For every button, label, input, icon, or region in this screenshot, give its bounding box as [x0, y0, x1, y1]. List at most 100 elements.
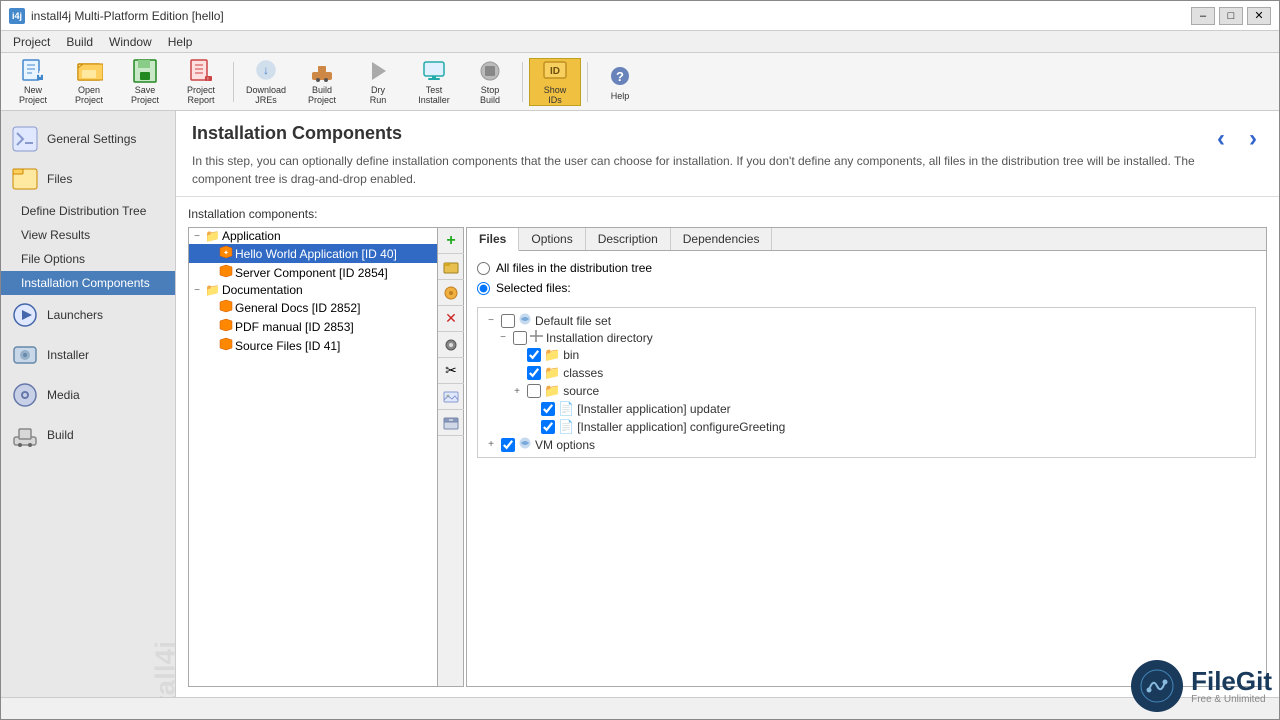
tab-description[interactable]: Description	[586, 228, 671, 250]
tab-files[interactable]: Files	[467, 228, 519, 251]
sidebar-item-media[interactable]: Media	[1, 375, 175, 415]
add-component-button[interactable]: +	[438, 228, 464, 254]
ft-default-file-set[interactable]: − Default file set	[482, 312, 1251, 329]
menu-project[interactable]: Project	[5, 33, 58, 51]
menu-window[interactable]: Window	[101, 33, 160, 51]
sidebar-item-build[interactable]: Build	[1, 415, 175, 455]
project-report-button[interactable]: ! ProjectReport	[175, 58, 227, 106]
dry-run-button[interactable]: DryRun	[352, 58, 404, 106]
ft-default-expand[interactable]: −	[484, 315, 498, 326]
new-project-button[interactable]: NewProject	[7, 58, 59, 106]
ft-installation-dir[interactable]: − Installation directory	[482, 329, 1251, 346]
open-project-button[interactable]: OpenProject	[63, 58, 115, 106]
component-settings-button[interactable]	[438, 280, 464, 306]
maximize-button[interactable]: □	[1219, 7, 1243, 25]
close-button[interactable]: ✕	[1247, 7, 1271, 25]
ct-general-docs-label: General Docs [ID 2852]	[235, 301, 360, 315]
next-arrow-button[interactable]: ›	[1239, 125, 1267, 153]
ct-general-docs[interactable]: General Docs [ID 2852]	[189, 298, 437, 317]
ft-updater-checkbox[interactable]	[541, 402, 555, 416]
delete-component-button[interactable]: ✕	[438, 306, 464, 332]
radio-all-files[interactable]	[477, 262, 490, 275]
ft-classes-checkbox[interactable]	[527, 366, 541, 380]
radio-all-files-label[interactable]: All files in the distribution tree	[477, 261, 1256, 275]
tree-toolbar: + ✕ ✂	[438, 227, 464, 687]
add-folder-button[interactable]	[438, 254, 464, 280]
ft-source-label: source	[563, 384, 599, 398]
ft-vm-options-expand[interactable]: +	[484, 439, 498, 450]
sidebar-item-view-results[interactable]: View Results	[1, 223, 175, 247]
download-jres-icon: ↓	[251, 58, 281, 84]
radio-selected-files[interactable]	[477, 282, 490, 295]
cut-button[interactable]: ✂	[438, 358, 464, 384]
ft-classes[interactable]: 📁 classes	[482, 364, 1251, 382]
save-project-icon	[130, 58, 160, 84]
help-icon: ?	[605, 62, 635, 90]
component-tree-panel[interactable]: − 📁 Application ✦ Hello World Applicatio…	[188, 227, 438, 687]
test-installer-button[interactable]: TestInstaller	[408, 58, 460, 106]
svg-text:✦: ✦	[223, 249, 229, 257]
ct-pdf-manual[interactable]: PDF manual [ID 2853]	[189, 317, 437, 336]
sidebar-item-define-distribution-tree[interactable]: Define Distribution Tree	[1, 199, 175, 223]
ft-source-checkbox[interactable]	[527, 384, 541, 398]
ft-installation-dir-expand[interactable]: −	[496, 332, 510, 343]
ic-label: Installation components:	[188, 207, 1267, 221]
image-button[interactable]	[438, 384, 464, 410]
sidebar-item-launchers[interactable]: Launchers	[1, 295, 175, 335]
radio-selected-files-label[interactable]: Selected files:	[477, 281, 1256, 295]
ft-configure-greeting-checkbox[interactable]	[541, 420, 555, 434]
ft-installation-dir-icon	[530, 330, 543, 345]
ft-bin[interactable]: 📁 bin	[482, 346, 1251, 364]
help-button[interactable]: ? Help	[594, 58, 646, 106]
ct-general-docs-icon	[219, 299, 233, 316]
tab-dependencies[interactable]: Dependencies	[671, 228, 773, 250]
sidebar-item-files[interactable]: Files	[1, 159, 175, 199]
menu-help[interactable]: Help	[160, 33, 201, 51]
menu-bar: Project Build Window Help	[1, 31, 1279, 53]
archive-button[interactable]	[438, 410, 464, 436]
files-label: Files	[47, 172, 72, 186]
ft-vm-options[interactable]: + VM options	[482, 436, 1251, 453]
sidebar-item-file-options[interactable]: File Options	[1, 247, 175, 271]
main-window: i4j install4j Multi-Platform Edition [he…	[0, 0, 1280, 720]
ft-default-checkbox[interactable]	[501, 314, 515, 328]
build-icon	[11, 421, 39, 449]
title-bar: i4j install4j Multi-Platform Edition [he…	[1, 1, 1279, 31]
ct-documentation-expand[interactable]: −	[191, 285, 203, 296]
menu-build[interactable]: Build	[58, 33, 101, 51]
prev-arrow-button[interactable]: ‹	[1207, 125, 1235, 153]
ft-source[interactable]: + 📁 source	[482, 382, 1251, 400]
save-project-button[interactable]: SaveProject	[119, 58, 171, 106]
download-jres-button[interactable]: ↓ DownloadJREs	[240, 58, 292, 106]
ct-server-component[interactable]: Server Component [ID 2854]	[189, 263, 437, 282]
ft-installation-dir-checkbox[interactable]	[513, 331, 527, 345]
tab-options[interactable]: Options	[519, 228, 585, 250]
ct-application-expand[interactable]: −	[191, 231, 203, 242]
ct-documentation[interactable]: − 📁 Documentation	[189, 282, 437, 298]
ft-bin-icon: 📁	[544, 347, 560, 363]
ct-source-files-icon	[219, 337, 233, 354]
sidebar-item-installation-components[interactable]: Installation Components	[1, 271, 175, 295]
ct-source-files[interactable]: Source Files [ID 41]	[189, 336, 437, 355]
ft-updater[interactable]: 📄 [Installer application] updater	[482, 400, 1251, 418]
component-gear-button[interactable]	[438, 332, 464, 358]
svg-text:↓: ↓	[263, 63, 269, 77]
ft-configure-greeting[interactable]: 📄 [Installer application] configureGreet…	[482, 418, 1251, 436]
file-tree[interactable]: − Default file set	[477, 307, 1256, 458]
minimize-button[interactable]: –	[1191, 7, 1215, 25]
ft-updater-label: [Installer application] updater	[577, 402, 730, 416]
ft-bin-checkbox[interactable]	[527, 348, 541, 362]
svg-text:?: ?	[616, 69, 624, 84]
build-project-button[interactable]: BuildProject	[296, 58, 348, 106]
ct-hello-world[interactable]: ✦ Hello World Application [ID 40]	[189, 244, 437, 263]
ct-application[interactable]: − 📁 Application	[189, 228, 437, 244]
open-project-icon	[74, 58, 104, 84]
sidebar-item-general-settings[interactable]: General Settings	[1, 119, 175, 159]
stop-build-button[interactable]: StopBuild	[464, 58, 516, 106]
show-ids-button[interactable]: ID ShowIDs	[529, 58, 581, 106]
sidebar-item-installer[interactable]: Installer	[1, 335, 175, 375]
ft-source-expand[interactable]: +	[510, 386, 524, 397]
installer-icon	[11, 341, 39, 369]
ct-server-component-label: Server Component [ID 2854]	[235, 266, 388, 280]
ft-vm-options-checkbox[interactable]	[501, 438, 515, 452]
